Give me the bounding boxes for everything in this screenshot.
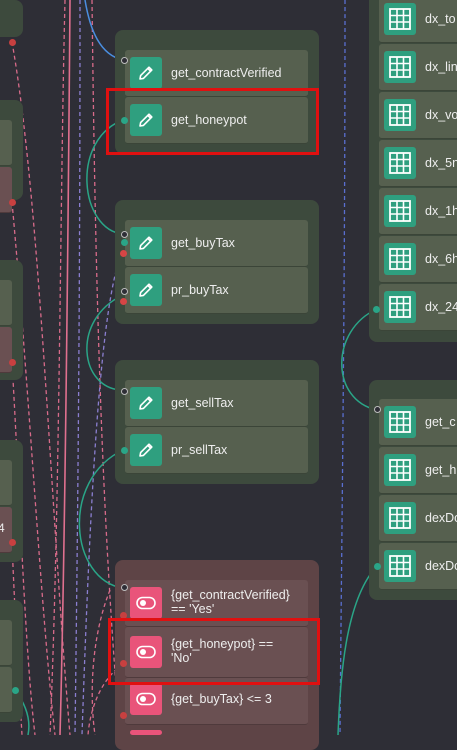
node-label: pr_buyTax (171, 283, 229, 297)
node-label: pr_sellTax (171, 443, 228, 457)
node-label: dx_5n (425, 156, 457, 170)
output-port-error[interactable] (120, 250, 127, 257)
left-port-2[interactable] (9, 199, 16, 206)
table-icon[interactable] (384, 454, 416, 486)
left-node-5b[interactable] (0, 667, 12, 713)
node-label: dexDo (425, 511, 457, 525)
left-node-4[interactable] (0, 460, 12, 506)
pencil-icon[interactable] (130, 387, 162, 419)
input-port[interactable] (121, 231, 128, 238)
node-cond-buytax[interactable]: {get_buyTax} <= 3 (125, 678, 308, 725)
right-node[interactable]: dexDo (379, 543, 457, 590)
input-port[interactable] (121, 288, 128, 295)
output-port[interactable] (374, 563, 381, 570)
node-pr-buytax[interactable]: pr_buyTax (125, 267, 308, 314)
node-label: get_sellTax (171, 396, 234, 410)
input-port[interactable] (374, 406, 381, 413)
output-port[interactable] (121, 239, 128, 246)
node-label: get_contractVerified (171, 66, 282, 80)
node-label: dx_to (425, 12, 456, 26)
table-icon[interactable] (384, 550, 416, 582)
right-node[interactable]: get_h (379, 447, 457, 494)
pencil-icon[interactable] (130, 434, 162, 466)
left-cut-text: 4 (0, 521, 5, 535)
left-port-3[interactable] (9, 359, 16, 366)
input-port[interactable] (121, 388, 128, 395)
node-label: dx_vo (425, 108, 457, 122)
toggle-icon[interactable] (130, 730, 162, 735)
pencil-icon[interactable] (130, 274, 162, 306)
node-label: dx_6h (425, 252, 457, 266)
table-icon[interactable] (384, 243, 416, 275)
right-node[interactable]: dx_to (379, 0, 457, 43)
table-icon[interactable] (384, 99, 416, 131)
table-icon[interactable] (384, 502, 416, 534)
output-port[interactable] (121, 447, 128, 454)
pencil-icon[interactable] (130, 227, 162, 259)
table-icon[interactable] (384, 406, 416, 438)
left-node-2[interactable] (0, 120, 12, 166)
left-node-3[interactable] (0, 280, 12, 326)
left-port-1[interactable] (9, 39, 16, 46)
left-port-5[interactable] (12, 687, 19, 694)
right-node[interactable]: dx_1h (379, 188, 457, 235)
table-icon[interactable] (384, 147, 416, 179)
pencil-icon[interactable] (130, 57, 162, 89)
right-node[interactable]: dx_vo (379, 92, 457, 139)
node-pr-selltax[interactable]: pr_sellTax (125, 427, 308, 474)
table-icon[interactable] (384, 291, 416, 323)
left-node-4b[interactable]: 4 (0, 507, 12, 553)
node-label: get_c (425, 415, 456, 429)
input-port[interactable] (121, 584, 128, 591)
output-port-error[interactable] (120, 712, 127, 719)
left-node-2b[interactable] (0, 167, 12, 213)
left-port-4[interactable] (9, 539, 16, 546)
toggle-icon[interactable] (130, 587, 162, 619)
node-label: {get_buyTax} <= 3 (171, 692, 272, 706)
output-port-error[interactable] (120, 298, 127, 305)
output-port[interactable] (373, 306, 380, 313)
input-port[interactable] (121, 57, 128, 64)
left-node-5[interactable] (0, 620, 12, 666)
toggle-icon[interactable] (130, 683, 162, 715)
node-get-selltax[interactable]: get_sellTax (125, 380, 308, 427)
node-label: dx_lin (425, 60, 457, 74)
node-label: get_buyTax (171, 236, 235, 250)
table-icon[interactable] (384, 3, 416, 35)
table-icon[interactable] (384, 51, 416, 83)
right-node[interactable]: dexDo (379, 495, 457, 542)
right-node[interactable]: dx_5n (379, 140, 457, 187)
right-node[interactable]: get_c (379, 399, 457, 446)
node-label: dx_24 (425, 300, 457, 314)
right-node[interactable]: dx_24 (379, 284, 457, 331)
right-node[interactable]: dx_6h (379, 236, 457, 283)
node-label: {get_contractVerified} == 'Yes' (171, 588, 290, 616)
node-label: get_h (425, 463, 457, 477)
node-get-buytax[interactable]: get_buyTax (125, 220, 308, 267)
node-label: dexDo (425, 559, 457, 573)
node-label: dx_1h (425, 204, 457, 218)
table-icon[interactable] (384, 195, 416, 227)
highlight-get-honeypot (106, 88, 319, 155)
highlight-cond-honeypot (108, 618, 320, 685)
left-node-3b[interactable] (0, 327, 12, 373)
right-node[interactable]: dx_lin (379, 44, 457, 91)
left-group-1 (0, 0, 23, 37)
